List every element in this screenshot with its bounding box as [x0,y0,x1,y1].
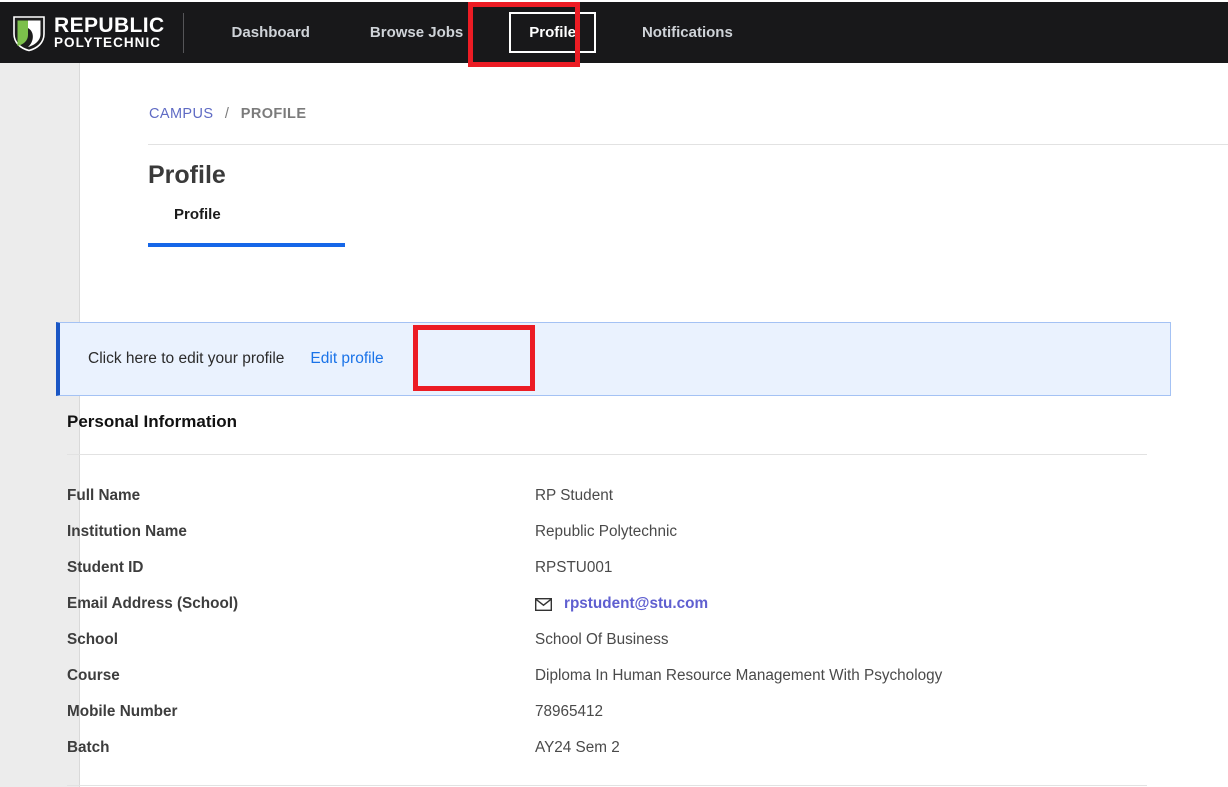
row-value: RPSTU001 [535,559,612,577]
main-navigation: Dashboard Browse Jobs Profile Notificati… [218,2,779,63]
app-root: REPUBLIC POLYTECHNIC Dashboard Browse Jo… [0,0,1228,787]
row-value-text: Republic Polytechnic [535,523,677,540]
row-label: Email Address (School) [67,595,239,612]
edit-profile-link[interactable]: Edit profile [310,350,383,368]
page-title: Profile [148,161,226,189]
table-row: Student ID RPSTU001 [0,550,1147,586]
row-value: Republic Polytechnic [535,523,677,541]
email-link[interactable]: rpstudent@stu.com [564,595,708,613]
table-row: Course Diploma In Human Resource Managem… [0,658,1147,694]
row-label: Full Name [67,487,141,504]
personal-information-table: Full Name RP Student Institution Name Re… [0,478,1147,766]
nav-item-dashboard[interactable]: Dashboard [218,14,324,51]
edit-profile-banner: Click here to edit your profile Edit pro… [56,322,1171,396]
brand-line-1: REPUBLIC [54,13,165,37]
section-divider [67,454,1147,455]
table-row: Batch AY24 Sem 2 [0,730,1147,766]
breadcrumb-campus[interactable]: CAMPUS [149,106,213,122]
envelope-icon [535,597,552,611]
header-divider [148,144,1228,145]
table-bottom-divider [67,785,1147,786]
row-value: RP Student [535,487,613,505]
table-row: Institution Name Republic Polytechnic [0,514,1147,550]
breadcrumb-separator: / [224,106,230,122]
table-row: Full Name RP Student [0,478,1147,514]
table-row: School School Of Business [0,622,1147,658]
row-value: rpstudent@stu.com [535,595,708,613]
row-value: School Of Business [535,631,669,649]
nav-item-browse-jobs[interactable]: Browse Jobs [356,14,477,51]
row-value-text: RPSTU001 [535,559,613,576]
row-value: AY24 Sem 2 [535,739,620,757]
row-label: Student ID [67,559,144,576]
row-value-text: School Of Business [535,631,669,648]
row-value-text: RP Student [535,487,613,504]
shield-logo-icon [12,14,46,52]
row-label: Institution Name [67,523,187,540]
breadcrumb: CAMPUS / PROFILE [149,106,1228,122]
top-navigation-bar: REPUBLIC POLYTECHNIC Dashboard Browse Jo… [0,2,1228,63]
personal-information-section: Personal Information Full Name RP Studen… [0,412,1147,786]
row-value-text: 78965412 [535,703,604,720]
row-value-text: AY24 Sem 2 [535,739,620,756]
tab-active-indicator [148,243,345,247]
section-heading: Personal Information [67,412,238,431]
tab-bar: Profile [148,206,345,247]
edit-profile-banner-text: Click here to edit your profile [88,350,285,367]
table-row: Mobile Number 78965412 [0,694,1147,730]
row-label: Batch [67,739,110,756]
brand-logo[interactable]: REPUBLIC POLYTECHNIC [12,2,165,63]
row-label: Mobile Number [67,703,178,720]
brand-wordmark: REPUBLIC POLYTECHNIC [54,13,165,51]
breadcrumb-current: PROFILE [240,106,307,122]
row-label: School [67,631,118,648]
nav-item-profile[interactable]: Profile [509,12,596,53]
tab-profile[interactable]: Profile [148,206,345,223]
nav-item-notifications[interactable]: Notifications [628,14,747,51]
row-value: 78965412 [535,703,603,721]
brand-divider [182,12,184,53]
row-label: Course [67,667,120,684]
row-value: Diploma In Human Resource Management Wit… [535,667,942,685]
brand-line-2: POLYTECHNIC [54,35,162,51]
row-value-text: Diploma In Human Resource Management Wit… [535,667,943,684]
table-row: Email Address (School) rpstudent@stu.com [0,586,1147,622]
